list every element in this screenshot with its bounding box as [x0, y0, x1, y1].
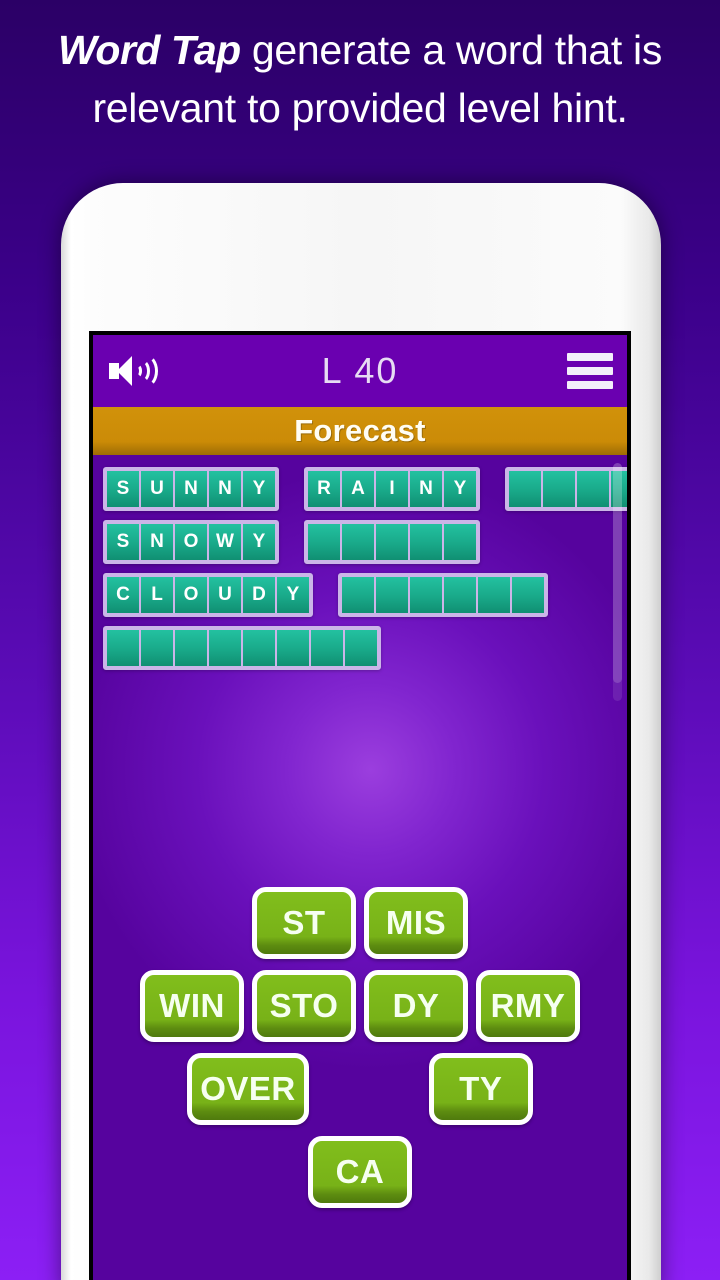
letter-tile — [512, 577, 544, 613]
app-brand-name: Word Tap — [57, 26, 241, 73]
answer-button[interactable]: STO — [252, 970, 356, 1042]
letter-tile — [444, 524, 476, 560]
letter-tile: D — [243, 577, 275, 613]
word-slot-empty[interactable] — [103, 626, 381, 670]
letter-tile — [342, 577, 374, 613]
word-slot-empty[interactable] — [338, 573, 548, 617]
word-slot-solved[interactable]: SNOWY — [103, 520, 279, 564]
word-row: SUNNYRAINY — [103, 467, 627, 511]
letter-tile — [577, 471, 609, 507]
answer-button[interactable]: OVER — [187, 1053, 309, 1125]
letter-tile — [243, 630, 275, 666]
game-screen-background: L 40 Forecast SUNNYRAINYSNOWYCLOUDY ST MI… — [93, 335, 627, 1280]
hint-label: Forecast — [294, 413, 426, 448]
letter-tile — [209, 630, 241, 666]
scrollbar-thumb[interactable] — [613, 463, 622, 683]
answer-button-row: ST MIS — [93, 887, 627, 959]
letter-tile: W — [209, 524, 241, 560]
letter-tile — [311, 630, 343, 666]
answer-button[interactable]: WIN — [140, 970, 244, 1042]
word-slot-solved[interactable]: RAINY — [304, 467, 480, 511]
hamburger-menu-icon[interactable] — [567, 353, 613, 389]
letter-tile — [478, 577, 510, 613]
letter-tile: C — [107, 577, 139, 613]
letter-tile: I — [376, 471, 408, 507]
letter-tile — [141, 630, 173, 666]
letter-tile — [175, 630, 207, 666]
game-screen: L 40 Forecast SUNNYRAINYSNOWYCLOUDY ST MI… — [89, 331, 631, 1280]
word-row: CLOUDY — [103, 573, 627, 617]
letter-tile: N — [410, 471, 442, 507]
answer-button[interactable]: CA — [308, 1136, 412, 1208]
level-label: L 40 — [321, 350, 399, 391]
letter-tile: L — [141, 577, 173, 613]
letter-tile: N — [209, 471, 241, 507]
answer-button[interactable]: ST — [252, 887, 356, 959]
answer-button-row: CA — [93, 1136, 627, 1208]
letter-tile: S — [107, 524, 139, 560]
speaker-volume-icon[interactable] — [107, 350, 159, 392]
letter-tile: N — [141, 524, 173, 560]
answer-button-row: WIN STO DY RMY — [93, 970, 627, 1042]
letter-tile — [342, 524, 374, 560]
letter-tile — [308, 524, 340, 560]
letter-tile — [509, 471, 541, 507]
letter-tile — [410, 577, 442, 613]
letter-tile — [543, 471, 575, 507]
answer-button[interactable]: RMY — [476, 970, 580, 1042]
word-row: SNOWY — [103, 520, 627, 564]
letter-tile: Y — [243, 471, 275, 507]
letter-tile: N — [175, 471, 207, 507]
letter-tile — [410, 524, 442, 560]
letter-tile: R — [308, 471, 340, 507]
letter-tile — [376, 524, 408, 560]
letter-tile: S — [107, 471, 139, 507]
word-grid: SUNNYRAINYSNOWYCLOUDY — [93, 455, 627, 670]
letter-tile: Y — [277, 577, 309, 613]
letter-tile — [107, 630, 139, 666]
answer-row-spacer — [317, 1053, 421, 1125]
answer-button[interactable]: DY — [364, 970, 468, 1042]
letter-tile: O — [175, 577, 207, 613]
game-topbar: L 40 — [93, 335, 627, 407]
word-slot-solved[interactable]: CLOUDY — [103, 573, 313, 617]
word-slot-solved[interactable]: SUNNY — [103, 467, 279, 511]
letter-tile: U — [209, 577, 241, 613]
hint-banner: Forecast — [93, 407, 627, 455]
word-row — [103, 626, 627, 670]
answer-button[interactable]: MIS — [364, 887, 468, 959]
answer-button-panel: ST MIS WIN STO DY RMY OVER TY CA — [93, 887, 627, 1219]
letter-tile: Y — [243, 524, 275, 560]
letter-tile: O — [175, 524, 207, 560]
promo-headline: Word Tap generate a word that is relevan… — [14, 21, 706, 137]
letter-tile: U — [141, 471, 173, 507]
answer-button-row: OVER TY — [93, 1053, 627, 1125]
promo-header: Word Tap generate a word that is relevan… — [0, 0, 720, 158]
letter-tile — [345, 630, 377, 666]
letter-tile — [444, 577, 476, 613]
letter-tile: A — [342, 471, 374, 507]
vertical-scrollbar[interactable] — [613, 463, 622, 701]
letter-tile — [277, 630, 309, 666]
letter-tile — [376, 577, 408, 613]
letter-tile: Y — [444, 471, 476, 507]
word-slot-empty[interactable] — [304, 520, 480, 564]
answer-button[interactable]: TY — [428, 1053, 533, 1125]
